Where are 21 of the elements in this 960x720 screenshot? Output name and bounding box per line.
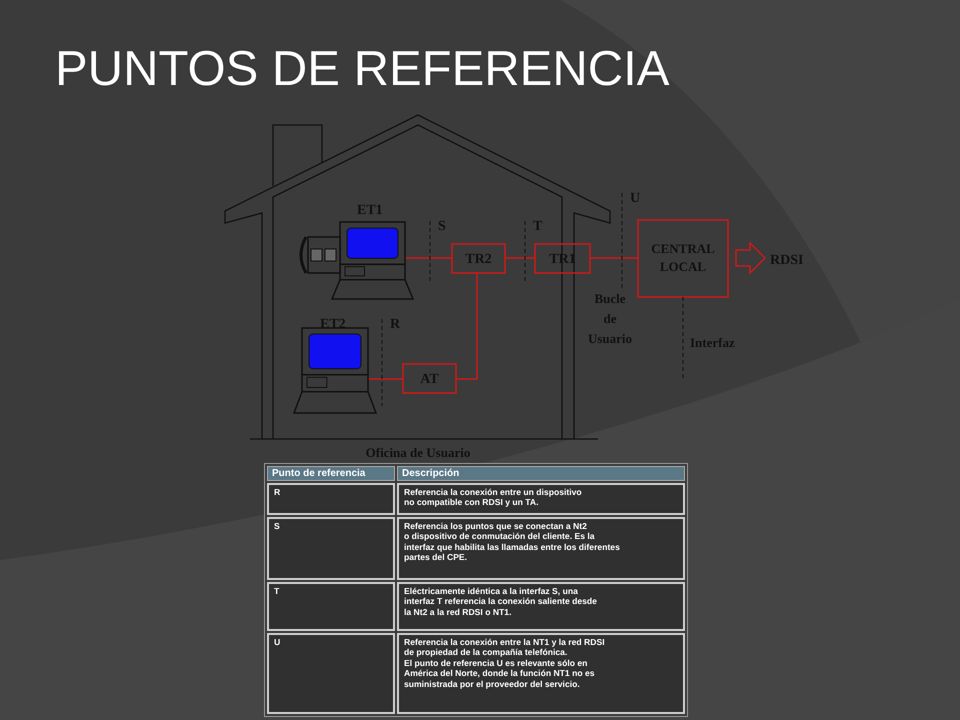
slide-title: PUNTOS DE REFERENCIA [55,41,670,98]
table-cell: T [267,582,395,631]
connection-line [505,257,535,259]
device-box [534,243,591,274]
table-cell: Referencia la conexión entre un dispositivo no compatible con RDSI y un TA. [397,482,685,515]
table-cell: Eléctricamente idéntica a la interfaz S, una interfaz T referencia la conexión saliente desde la Nt2 a la red RDSI o NT1. [397,582,685,631]
device-box [402,363,457,394]
connection-line [405,257,452,259]
table-cell: S [267,516,395,580]
telephone-icon [300,236,341,274]
table-cell: R [267,482,395,515]
connection-line [590,257,638,259]
arrow-icon [735,240,766,275]
column-header: Descripción [397,466,685,481]
device-box [451,243,506,274]
table-cell: U [267,632,395,714]
column-header: Punto de referencia [267,466,395,481]
connection-line [368,378,403,380]
reference-line [524,220,526,284]
table-cell: Referencia la conexión entre la NT1 y la red RDSI de propiedad de la compañía telefónica. El punto de referencia U es relevante sólo en América del Norte, donde la función NT1 no es suministrada por el proveedor del servicio. [397,632,685,714]
table-cell: Referencia los puntos que se conectan a Nt2 o dispositivo de conmutación del cliente. Es la interfaz que habilita las llamadas entre los diferentes partes del CPE. [397,516,685,580]
